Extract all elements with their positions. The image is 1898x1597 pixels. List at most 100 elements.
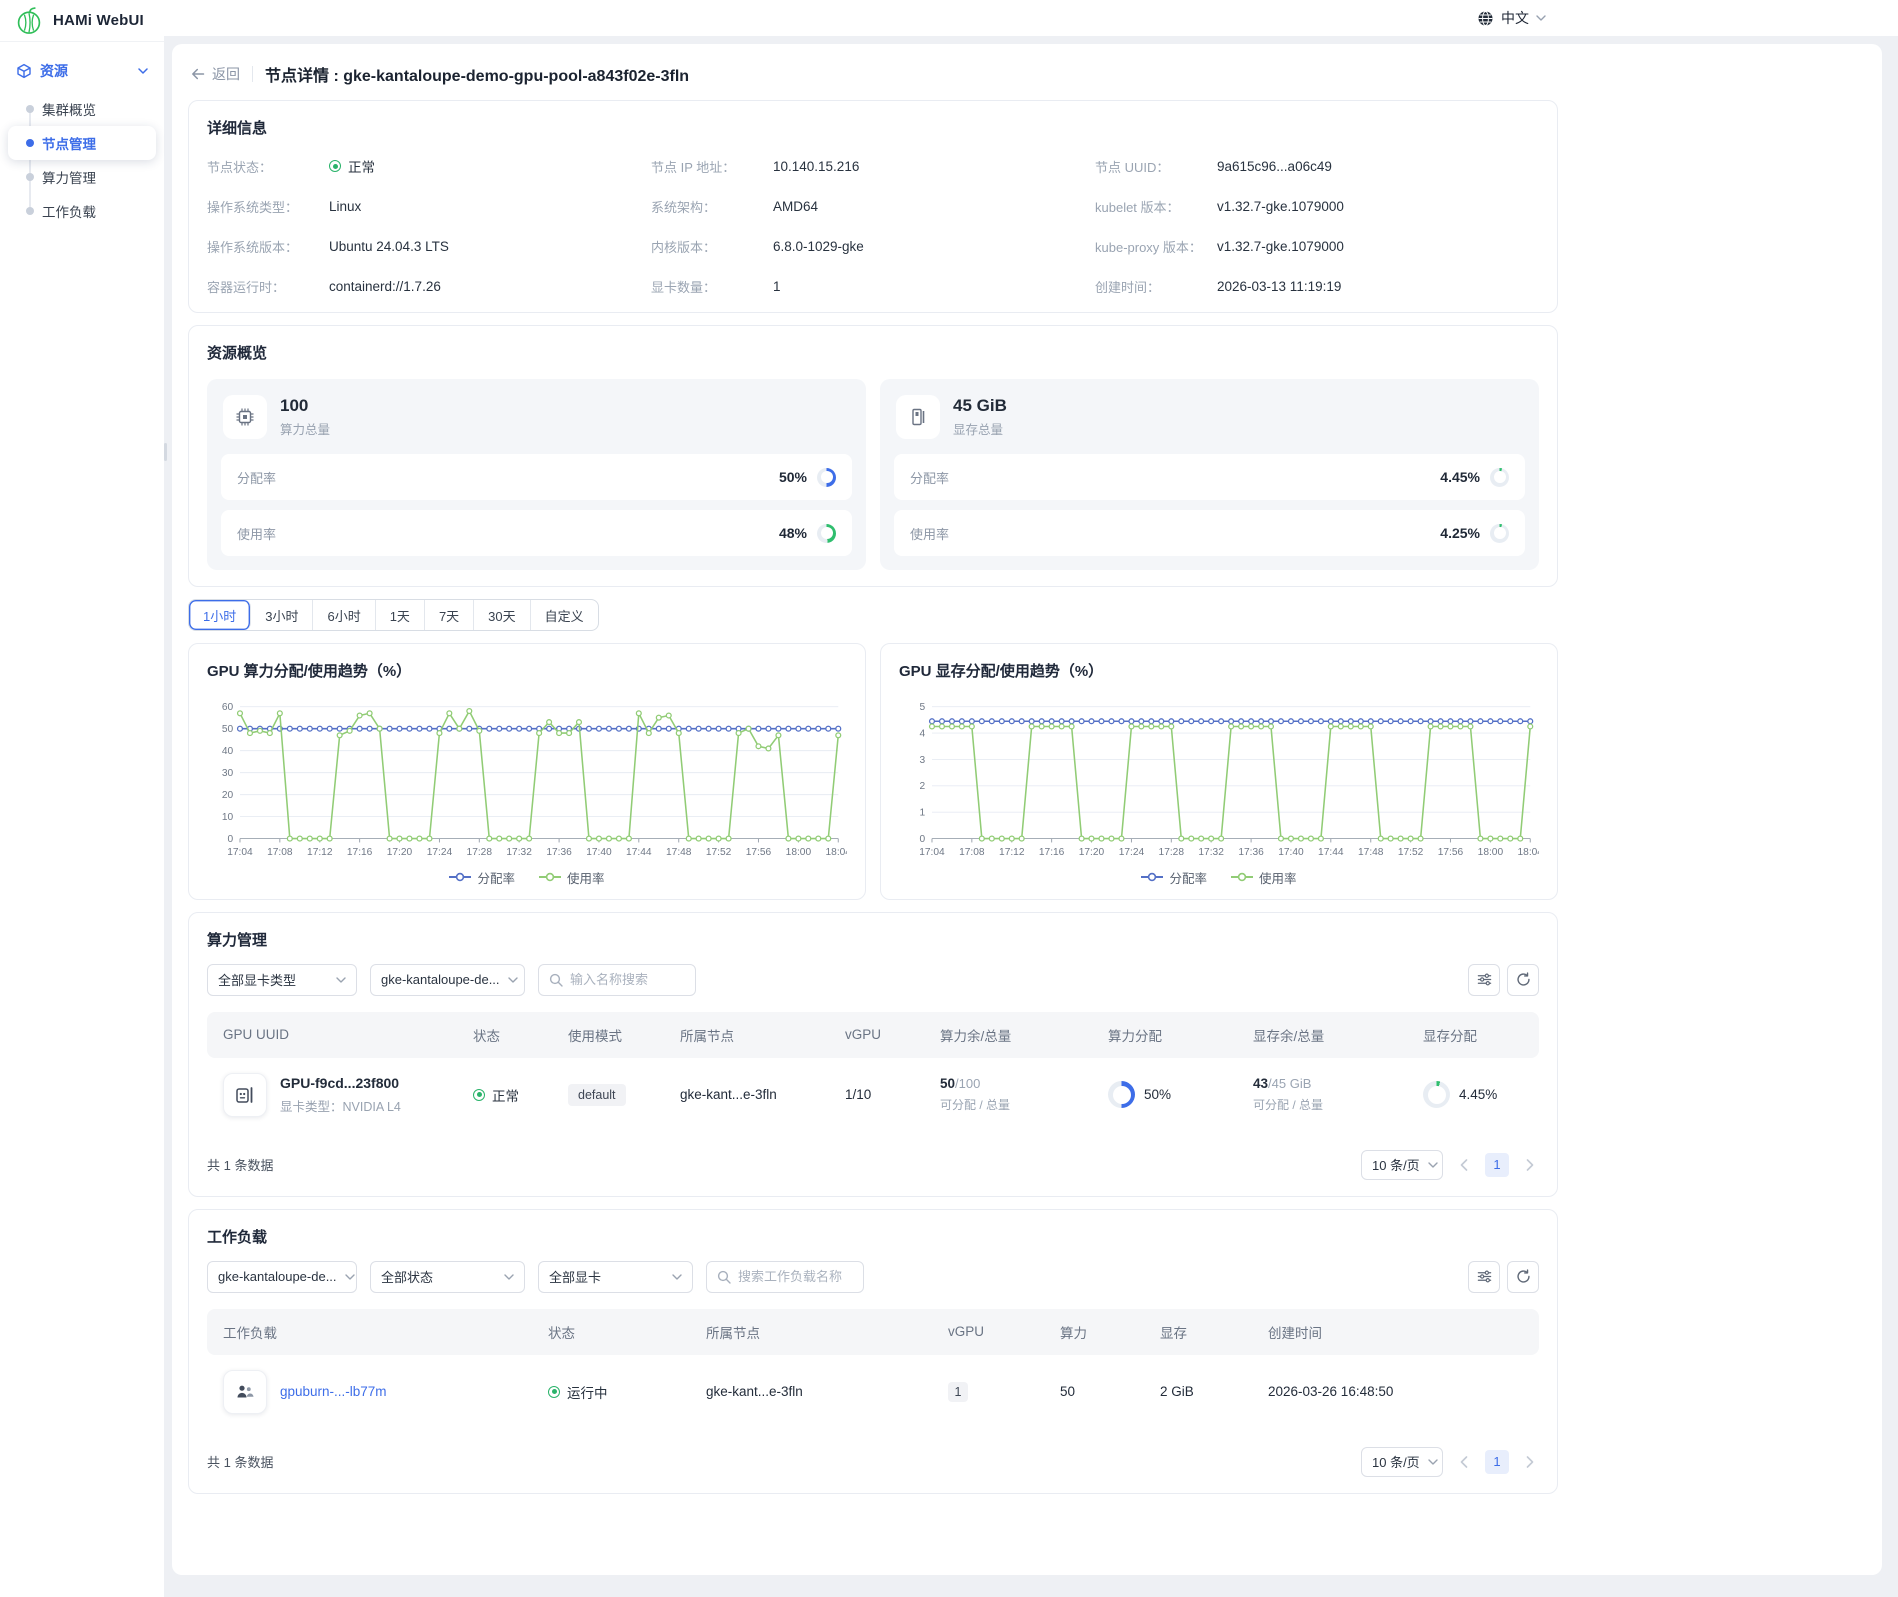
- workload-search-input[interactable]: [738, 1269, 856, 1284]
- total-count: 共 1 条数据: [207, 1452, 273, 1471]
- sidebar-item-compute-management[interactable]: 算力管理: [8, 160, 156, 194]
- workload-gpu-select[interactable]: 全部显卡: [538, 1261, 693, 1293]
- legend-marker-icon: [1141, 872, 1163, 882]
- status-ok-icon: [473, 1089, 485, 1101]
- svg-text:17:36: 17:36: [1238, 847, 1264, 858]
- prev-page-button[interactable]: [1455, 1153, 1473, 1177]
- tab-6h[interactable]: 6小时: [313, 600, 375, 630]
- language-selector[interactable]: 中文: [1477, 8, 1546, 28]
- sidebar-item-label: 集群概览: [42, 99, 96, 119]
- legend-item[interactable]: 分配率: [1141, 868, 1207, 887]
- tab-custom[interactable]: 自定义: [531, 600, 598, 630]
- mem-alloc-donut: [1423, 1081, 1450, 1108]
- sidebar-item-cluster-overview[interactable]: 集群概览: [8, 92, 156, 126]
- memory-usage-row: 使用率 4.25%: [894, 510, 1525, 556]
- back-button[interactable]: 返回: [190, 64, 240, 84]
- prev-page-button[interactable]: [1455, 1450, 1473, 1474]
- chevron-down-icon: [672, 1274, 682, 1280]
- workload-name-link[interactable]: gpuburn-...-lb77m: [280, 1384, 387, 1399]
- status-ok-icon: [548, 1386, 560, 1398]
- svg-text:1: 1: [920, 808, 926, 819]
- sidebar-item-workloads[interactable]: 工作负载: [8, 194, 156, 228]
- tab-1h[interactable]: 1小时: [189, 600, 251, 630]
- svg-text:17:48: 17:48: [666, 847, 692, 858]
- node-select[interactable]: gke-kantaloupe-de...: [370, 964, 525, 996]
- sidebar-collapse-handle[interactable]: [164, 443, 167, 461]
- svg-text:17:36: 17:36: [546, 847, 572, 858]
- svg-text:17:56: 17:56: [1438, 847, 1464, 858]
- page-number-1[interactable]: 1: [1485, 1450, 1509, 1474]
- compute-total-label: 算力总量: [280, 419, 330, 438]
- gpu-search-input[interactable]: [570, 972, 688, 987]
- sidebar-item-label: 节点管理: [42, 133, 96, 153]
- page-size-select[interactable]: 10 条/页: [1361, 1150, 1443, 1180]
- column-settings-button[interactable]: [1468, 1261, 1500, 1293]
- svg-text:17:32: 17:32: [1198, 847, 1224, 858]
- compute-alloc-row: 分配率 50%: [221, 454, 852, 500]
- tab-7d[interactable]: 7天: [425, 600, 474, 630]
- svg-text:17:04: 17:04: [227, 847, 253, 858]
- column-settings-button[interactable]: [1468, 964, 1500, 996]
- sidebar-item-node-management[interactable]: 节点管理: [8, 126, 156, 160]
- svg-text:30: 30: [222, 768, 234, 779]
- tab-30d[interactable]: 30天: [474, 600, 530, 630]
- page-number-1[interactable]: 1: [1485, 1153, 1509, 1177]
- field-node-status: 节点状态： 正常: [207, 156, 651, 176]
- chart-legend: 分配率 使用率: [207, 868, 847, 887]
- workload-icon: [223, 1370, 267, 1414]
- search-icon: [549, 973, 563, 987]
- tab-3h[interactable]: 3小时: [251, 600, 313, 630]
- legend-item[interactable]: 分配率: [449, 868, 515, 887]
- refresh-button[interactable]: [1507, 1261, 1539, 1293]
- workload-table-footer: 共 1 条数据 10 条/页 1: [207, 1447, 1539, 1477]
- workload-node-select[interactable]: gke-kantaloupe-de...: [207, 1261, 357, 1293]
- svg-text:17:12: 17:12: [999, 847, 1025, 858]
- svg-text:17:16: 17:16: [347, 847, 373, 858]
- legend-item[interactable]: 使用率: [539, 868, 605, 887]
- usage-donut: [817, 524, 836, 543]
- chevron-down-icon: [1536, 15, 1546, 21]
- details-card: 详细信息 节点状态： 正常 节点 IP 地址： 10.140.15.216: [188, 100, 1558, 313]
- tab-1d[interactable]: 1天: [376, 600, 425, 630]
- next-page-button[interactable]: [1521, 1450, 1539, 1474]
- app: HAMi WebUI 资源 集群概览 节点管理: [0, 0, 1898, 1597]
- sidebar-menu: 集群概览 节点管理 算力管理 工作负载: [8, 92, 156, 228]
- gpu-uuid[interactable]: GPU-f9cd...23f800: [280, 1075, 401, 1091]
- workload-node: gke-kant...e-3fln: [706, 1384, 948, 1399]
- svg-text:17:28: 17:28: [1159, 847, 1185, 858]
- workload-search: [706, 1261, 864, 1293]
- svg-text:17:52: 17:52: [1398, 847, 1424, 858]
- workloads-title: 工作负载: [207, 1226, 1539, 1247]
- topbar: 中文: [164, 0, 1898, 36]
- svg-text:20: 20: [222, 790, 234, 801]
- gpu-table-header: GPU UUID 状态 使用模式 所属节点 vGPU 算力余/总量 算力分配 显…: [207, 1012, 1539, 1058]
- workload-created: 2026-03-26 16:48:50: [1268, 1384, 1523, 1399]
- field-kubelet-version: kubelet 版本： v1.32.7-gke.1079000: [1095, 197, 1539, 216]
- next-page-button[interactable]: [1521, 1153, 1539, 1177]
- legend-item[interactable]: 使用率: [1231, 868, 1297, 887]
- search-icon: [717, 1270, 731, 1284]
- total-count: 共 1 条数据: [207, 1155, 273, 1174]
- tree-dot-icon: [26, 207, 34, 215]
- svg-text:50: 50: [222, 724, 234, 735]
- workload-status-select[interactable]: 全部状态: [370, 1261, 525, 1293]
- gpu-node: gke-kant...e-3fln: [680, 1087, 845, 1102]
- gpu-type-select[interactable]: 全部显卡类型: [207, 964, 357, 996]
- svg-text:17:40: 17:40: [586, 847, 612, 858]
- refresh-button[interactable]: [1507, 964, 1539, 996]
- alloc-donut: [1490, 468, 1509, 487]
- workload-vgpu-badge: 1: [948, 1382, 968, 1402]
- core-alloc-donut: [1108, 1081, 1135, 1108]
- time-range-tabs: 1小时 3小时 6小时 1天 7天 30天 自定义: [188, 599, 599, 631]
- workloads-card: 工作负载 gke-kantaloupe-de... 全部状态: [188, 1209, 1558, 1494]
- compute-usage-row: 使用率 48%: [221, 510, 852, 556]
- compute-filters: 全部显卡类型 gke-kantaloupe-de...: [207, 964, 1539, 996]
- field-kube-proxy-version: kube-proxy 版本： v1.32.7-gke.1079000: [1095, 237, 1539, 256]
- page-size-select[interactable]: 10 条/页: [1361, 1447, 1443, 1477]
- status-ok-icon: [329, 160, 341, 172]
- memory-total-value: 45 GiB: [953, 396, 1007, 416]
- field-container-runtime: 容器运行时： containerd://1.7.26: [207, 277, 651, 296]
- sidebar-group-resources[interactable]: 资源: [0, 52, 164, 90]
- svg-text:18:04: 18:04: [1518, 847, 1539, 858]
- main-column: 中文 返回 节点详情 :: [164, 0, 1898, 1597]
